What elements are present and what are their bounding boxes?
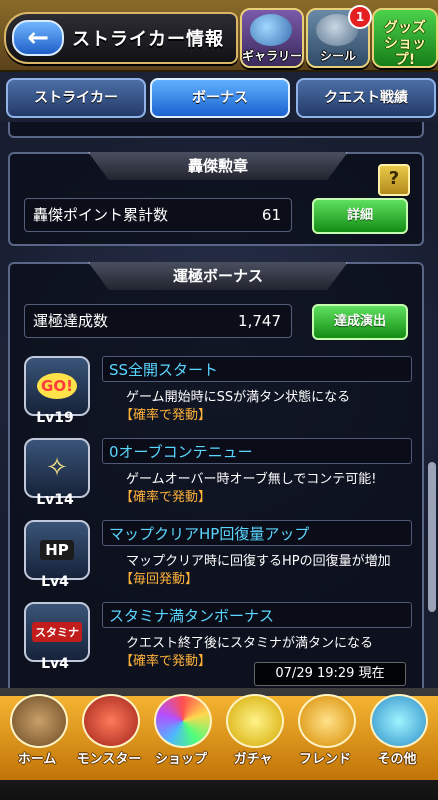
bonus-level: Lv4 — [41, 574, 69, 590]
medal-points-value: 61 — [261, 206, 281, 224]
icon-text: スタミナ — [32, 622, 82, 642]
nav-home-label: ホーム — [17, 752, 57, 767]
stamina-icon: スタミナ — [24, 602, 90, 662]
bonus-name: 0オーブコンテニュー — [102, 438, 412, 464]
help-button[interactable]: ? — [378, 164, 410, 196]
header-bar: ← ストライカー情報 ギャラリー シール 1 グッズ ショップ! — [0, 0, 438, 72]
bonus-level: Lv19 — [36, 410, 74, 426]
nav-monster[interactable]: モンスター — [74, 692, 144, 784]
bonus-description: マップクリア時に回復するHPの回復量が増加 — [126, 554, 391, 569]
home-icon — [10, 694, 68, 748]
nav-gacha[interactable]: ガチャ — [218, 692, 288, 784]
nav-shop-label: ショップ — [154, 752, 207, 767]
icon-text: HP — [40, 540, 74, 560]
nav-gacha-label: ガチャ — [233, 752, 273, 767]
partial-panel — [8, 122, 424, 138]
bonus-name: スタミナ満タンボーナス — [102, 602, 412, 628]
medal-section-title: 轟傑勲章 — [88, 152, 348, 180]
nav-other[interactable]: その他 — [362, 692, 432, 784]
tab-quest-record[interactable]: クエスト戦績 — [296, 78, 436, 118]
bottom-nav: ホーム モンスター ショップ ガチャ フレンド その他 — [0, 688, 438, 800]
ss-start-icon: GO! — [24, 356, 90, 416]
bonus-trigger-rate: 【確率で発動】 — [120, 654, 212, 669]
bonus-trigger-rate: 【確率で発動】 — [120, 408, 212, 423]
nav-shop[interactable]: ショップ — [146, 692, 216, 784]
seal-label: シール — [319, 49, 356, 63]
nav-friend-label: フレンド — [298, 752, 351, 767]
max-luck-count-label: 運極達成数 — [33, 312, 109, 330]
bonus-section-title: 運極ボーナス — [88, 262, 348, 290]
title-plate: ← ストライカー情報 — [4, 12, 238, 64]
gallery-button[interactable]: ギャラリー — [240, 8, 304, 68]
luck-bonus-panel: 運極ボーナス 運極達成数 1,747 達成演出 GO! Lv19 SS全開スター… — [8, 262, 424, 688]
hp-gauge-icon: HP — [24, 520, 90, 580]
bonus-description: ゲームオーバー時オーブ無しでコンテ可能! — [126, 472, 377, 487]
achievement-effect-button[interactable]: 達成演出 — [312, 304, 408, 340]
bonus-description: クエスト終了後にスタミナが満タンになる — [126, 636, 374, 651]
bonus-level: Lv4 — [41, 656, 69, 672]
bonus-item: GO! Lv19 SS全開スタート ゲーム開始時にSSが満タン状態になる 【確率… — [20, 356, 416, 436]
tab-bar: ストライカー ボーナス クエスト戦績 — [0, 72, 438, 120]
max-luck-count-row: 運極達成数 1,747 — [24, 304, 292, 338]
bonus-trigger-rate: 【毎回発動】 — [120, 572, 199, 587]
max-luck-count-value: 1,747 — [238, 312, 281, 330]
details-button[interactable]: 詳細 — [312, 198, 408, 234]
bonus-level: Lv14 — [36, 492, 74, 508]
bonus-item: HP Lv4 マップクリアHP回復量アップ マップクリア時に回復するHPの回復量… — [20, 520, 416, 600]
bonus-item: ✧ Lv14 0オーブコンテニュー ゲームオーバー時オーブ無しでコンテ可能! 【… — [20, 438, 416, 518]
friend-icon — [298, 694, 356, 748]
bonus-trigger-rate: 【確率で発動】 — [120, 490, 212, 505]
winged-orb-icon: ✧ — [24, 438, 90, 498]
goods-shop-label: グッズ ショップ! — [384, 20, 426, 68]
nav-monster-label: モンスター — [76, 752, 142, 767]
bonus-name: マップクリアHP回復量アップ — [102, 520, 412, 546]
nav-other-label: その他 — [377, 752, 417, 767]
nav-friend[interactable]: フレンド — [290, 692, 360, 784]
tab-striker[interactable]: ストライカー — [6, 78, 146, 118]
medal-points-label: 轟傑ポイント累計数 — [33, 206, 169, 224]
shop-orb-icon — [154, 694, 212, 748]
scrollbar[interactable] — [428, 462, 436, 612]
nav-home[interactable]: ホーム — [2, 692, 72, 784]
tab-bonus[interactable]: ボーナス — [150, 78, 290, 118]
gacha-icon — [226, 694, 284, 748]
gallery-icon — [250, 14, 292, 46]
icon-text: GO! — [37, 373, 77, 399]
arrow-left-icon: ← — [27, 23, 49, 53]
monster-icon — [82, 694, 140, 748]
notification-badge: 1 — [348, 5, 372, 29]
wings-icon: ✧ — [46, 453, 68, 483]
medal-panel: 轟傑勲章 ? 轟傑ポイント累計数 61 詳細 — [8, 152, 424, 246]
gallery-label: ギャラリー — [242, 49, 303, 63]
page-title: ストライカー情報 — [72, 29, 224, 50]
bonus-name: SS全開スタート — [102, 356, 412, 382]
back-button[interactable]: ← — [12, 20, 64, 56]
timestamp-label: 07/29 19:29 現在 — [254, 662, 406, 686]
other-icon — [370, 694, 428, 748]
medal-points-row: 轟傑ポイント累計数 61 — [24, 198, 292, 232]
content-scroll-area[interactable]: 轟傑勲章 ? 轟傑ポイント累計数 61 詳細 運極ボーナス 運極達成数 1,74… — [0, 122, 438, 688]
bonus-description: ゲーム開始時にSSが満タン状態になる — [126, 390, 351, 405]
goods-shop-button[interactable]: グッズ ショップ! — [372, 8, 438, 68]
